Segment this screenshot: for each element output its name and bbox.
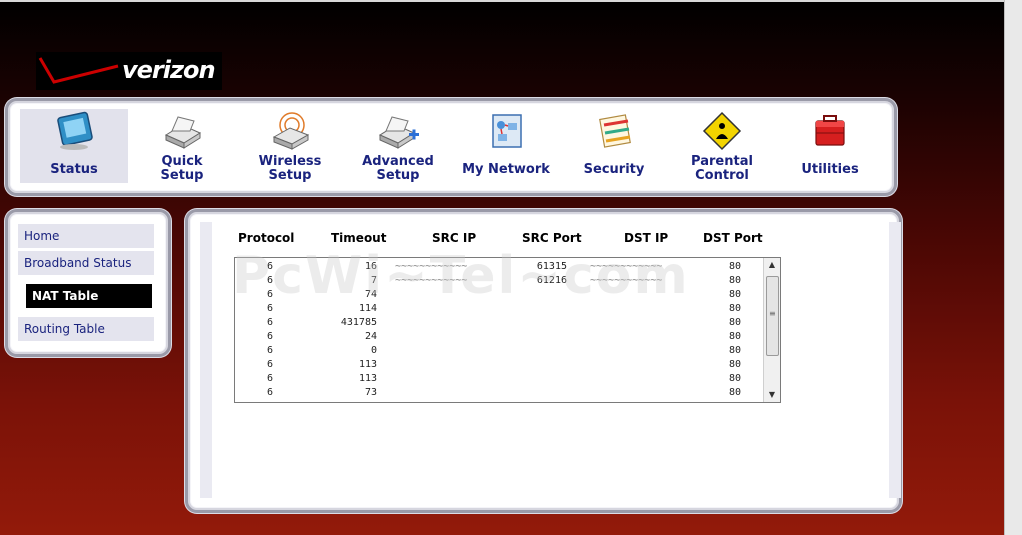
nav-wireless-setup-label: Wireless Setup [236,155,344,183]
sidebar-item-nat-table[interactable]: NAT Table [26,284,152,308]
col-header-src-port: SRC Port [522,231,582,245]
table-row: 6 24 80 [235,331,763,345]
security-icon [599,114,631,148]
status-icon [57,111,93,150]
cell-dst-port: 80 [728,387,741,398]
window-top-border [0,0,1005,2]
nav-wireless-setup-line2: Setup [268,168,312,183]
col-header-src-ip: SRC IP [432,231,477,245]
col-header-protocol: Protocol [238,231,295,245]
nav-advanced-setup-line2: Setup [376,168,420,183]
cell-dst-port: 80 [728,275,741,286]
table-scrollbar[interactable]: ▲ ≡ ▼ [763,258,780,402]
cell-dst-port: 80 [728,359,741,370]
nav-parental-control-line1: Parental [691,154,753,169]
status-sidebar: Home Broadband Status NAT Table Routing … [5,209,171,357]
nav-security[interactable]: Security [560,109,668,183]
my-network-icon [492,114,522,148]
verizon-logo: verizon [36,52,222,90]
nav-quick-setup[interactable]: Quick Setup [128,109,236,183]
nat-table-list[interactable]: 6 16 ~~~~~~~~~~~~ 61315 ~~~~~~~~~~~~ 80 6 7 ~~~~… [234,257,781,403]
logo-text: verizon [122,56,216,84]
col-header-timeout: Timeout [331,231,387,245]
table-row: 6 113 80 [235,359,763,373]
nav-utilities-label: Utilities [801,162,859,177]
table-row: 6 113 80 [235,373,763,387]
cell-dst-port: 80 [728,261,741,272]
sidebar-item-routing-table[interactable]: Routing Table [18,317,154,341]
advanced-setup-icon [378,116,419,149]
table-row: 6 0 80 [235,345,763,359]
table-row: 6 73 80 [235,387,763,401]
nav-advanced-setup[interactable]: Advanced Setup [344,109,452,183]
scroll-up-arrow-icon[interactable]: ▲ [764,258,780,272]
scroll-thumb[interactable]: ≡ [766,276,779,356]
cell-dst-port: 80 [728,345,741,356]
col-header-dst-ip: DST IP [624,231,669,245]
sidebar-item-home[interactable]: Home [18,224,154,248]
nav-status-label: Status [50,162,98,177]
nav-security-label: Security [583,162,645,177]
sidebar-item-broadband-status[interactable]: Broadband Status [18,251,154,275]
col-header-dst-port: DST Port [703,231,763,245]
nav-status[interactable]: Status [20,109,128,183]
nav-my-network[interactable]: My Network [452,109,560,183]
table-row: 6 16 ~~~~~~~~~~~~ 61315 ~~~~~~~~~~~~ 80 [235,261,763,275]
cell-dst-port: 80 [728,317,741,328]
cell-dst-port: 80 [728,289,741,300]
nav-advanced-setup-line1: Advanced [362,154,434,169]
table-row: 6 74 80 [235,289,763,303]
scroll-down-arrow-icon[interactable]: ▼ [764,388,780,402]
nav-quick-setup-label: Quick Setup [128,155,236,183]
table-row: 6 114 80 [235,303,763,317]
nav-parental-control-label: Parental Control [668,155,776,183]
nav-quick-setup-line2: Setup [160,168,204,183]
table-row: 6 431785 80 [235,317,763,331]
table-row: 6 7 ~~~~~~~~~~~~ 61216 ~~~~~~~~~~~~ 80 [235,275,763,289]
window-scrollbar-track[interactable] [1004,0,1022,535]
quick-setup-icon [164,116,202,149]
scroll-grip-icon: ≡ [769,309,776,318]
wireless-setup-icon [272,112,310,150]
nav-parental-control[interactable]: Parental Control [668,109,776,183]
nav-wireless-setup[interactable]: Wireless Setup [236,109,344,183]
nav-my-network-label: My Network [462,162,550,177]
cell-dst-port: 80 [728,373,741,384]
nav-quick-setup-line1: Quick [161,154,203,169]
cell-dst-port: 80 [728,303,741,314]
nav-parental-control-line2: Control [695,168,749,183]
utilities-icon [815,115,845,146]
nav-wireless-setup-line1: Wireless [258,154,322,169]
cell-dst-port: 80 [728,331,741,342]
main-nav: Status Quick Setup Wireless Setup Advanc… [5,98,897,196]
nat-table-panel: Protocol Timeout SRC IP SRC Port DST IP … [185,209,902,513]
parental-control-icon [702,111,742,151]
nav-utilities[interactable]: Utilities [776,109,884,183]
nav-advanced-setup-label: Advanced Setup [344,155,452,183]
